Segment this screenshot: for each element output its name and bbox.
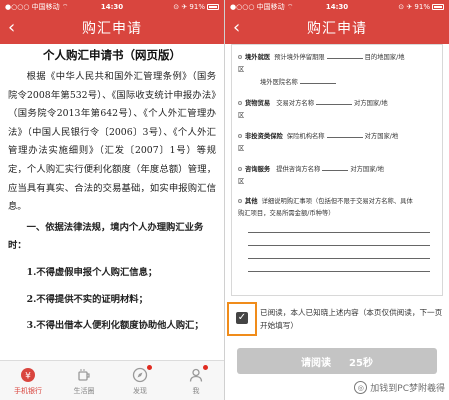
tab-life-circle[interactable]: 生活圈	[56, 361, 112, 400]
read-button-label: 请阅读	[301, 357, 332, 369]
form-row-region: 区	[238, 110, 436, 122]
radio-bullet-icon[interactable]	[238, 167, 242, 171]
field-label: 目的地国家/地	[364, 54, 405, 61]
page-title: 购汇申请	[82, 21, 142, 37]
other-description-line[interactable]	[248, 271, 430, 272]
notification-badge	[203, 364, 208, 370]
field-label: 区	[238, 66, 245, 73]
status-bar: ●○○○ 中国移动 ⌔ 14:30 ⊙ ✈ 91%	[0, 0, 224, 14]
field-label: 提供咨询方名称	[276, 166, 321, 173]
form-row-region: 区	[238, 176, 436, 188]
field-label: 交易对方名称	[276, 100, 314, 107]
watermark-text: 加钱到PC梦附羲得	[370, 384, 445, 394]
other-description-line[interactable]	[248, 232, 430, 233]
compass-icon	[130, 364, 152, 384]
read-countdown-button[interactable]: 请阅读 25秒	[237, 348, 437, 374]
page-title: 购汇申请	[307, 21, 367, 37]
form-row-medical: 境外就医 预计境外停留期限 目的地国家/地	[238, 51, 436, 64]
notification-badge	[147, 364, 152, 370]
user-icon	[186, 364, 208, 384]
document-title: 个人购汇申请书（网页版）	[43, 48, 181, 62]
form-row-trade: 货物贸易 交易对方名称 对方国家/地	[238, 97, 436, 110]
option-label: 其他	[245, 198, 258, 205]
document-rule-item: 3.不得出借本人便利化额度协助他人购汇；	[26, 320, 204, 332]
option-label: 咨询服务	[245, 166, 271, 173]
radio-bullet-icon[interactable]	[238, 101, 242, 105]
form-row-insurance: 非投资类保险 保险机构名称 对方国家/地	[238, 130, 436, 143]
insurer-name-field[interactable]	[326, 130, 363, 138]
bottom-tab-bar: ¥ 手机银行 生活圈 发现 我	[0, 360, 224, 400]
watermark: ◎ 加钱到PC梦附羲得	[354, 381, 445, 394]
field-label: 对方国家/地	[354, 100, 388, 107]
hospital-name-field[interactable]	[299, 76, 336, 84]
field-label: 预计境外停留期限	[274, 54, 325, 61]
document-rule-item: 2.不得提供不实的证明材料；	[26, 293, 148, 305]
field-label: 对方国家/地	[364, 133, 399, 140]
nav-bar: ‹ 购汇申请	[0, 14, 224, 44]
field-label: 对方国家/地	[350, 166, 384, 173]
battery-icon	[432, 4, 444, 10]
option-label: 货物贸易	[245, 100, 271, 107]
consultant-name-field[interactable]	[322, 163, 349, 171]
option-label: 境外就医	[245, 54, 271, 61]
battery-indicator: ⊙ ✈ 91%	[173, 0, 219, 14]
document-intro-paragraph: 根据《中华人民共和国外汇管理条例》（国务院令2008年第532号）、《国际收支统…	[8, 71, 216, 213]
option-label: 非投资类保险	[245, 133, 283, 140]
status-bar: ●○○○ 中国移动 ⌔ 14:30 ⊙ ✈ 91%	[225, 0, 449, 14]
agreement-text: 已阅读，本人已知晓上述内容（本页仅供阅读，下一页开始填写）	[260, 308, 443, 330]
tab-mobile-bank[interactable]: ¥ 手机银行	[0, 361, 56, 400]
purchase-purpose-form: 境外就医 预计境外停留期限 目的地国家/地 区 境外医院名称 货物贸易 交易对方…	[231, 44, 443, 296]
tab-discover[interactable]: 发现	[112, 361, 168, 400]
tab-label: 手机银行	[14, 386, 42, 395]
form-row-other-cont: 购汇项目，交易所需金额/币种等）	[238, 208, 436, 220]
svg-text:¥: ¥	[25, 371, 31, 381]
agreement-row: ✓ 已阅读，本人已知晓上述内容（本页仅供阅读，下一页开始填写）	[227, 300, 443, 336]
tab-label: 生活圈	[73, 386, 95, 395]
field-label: 区	[238, 112, 245, 119]
counterparty-name-field[interactable]	[316, 97, 352, 105]
tab-me[interactable]: 我	[168, 361, 224, 400]
other-description-line[interactable]	[248, 258, 430, 259]
field-label: 区	[238, 178, 245, 185]
field-label: 详细说明购汇事项（包括但不限于交易对方名称、具体	[261, 198, 413, 205]
coffee-icon	[74, 366, 94, 384]
left-phone-screen: ●○○○ 中国移动 ⌔ 14:30 ⊙ ✈ 91% ‹ 购汇申请 个人购汇申请书…	[0, 0, 224, 400]
field-label: 购汇项目，交易所需金额/币种等）	[238, 210, 335, 217]
field-label: 区	[238, 145, 245, 152]
stay-duration-field[interactable]	[326, 51, 363, 59]
form-row-region: 区	[238, 64, 436, 76]
document-section-heading: 一、依据法律法规，境内个人办理购汇业务时：	[8, 221, 204, 252]
battery-icon	[207, 4, 219, 10]
document-rule-item: 1.不得虚假申报个人购汇信息；	[26, 266, 158, 278]
other-description-line[interactable]	[248, 245, 430, 246]
tab-label: 我	[192, 386, 200, 395]
application-document: 个人购汇申请书（网页版） 根据《中华人民共和国外汇管理条例》（国务院令2008年…	[0, 44, 224, 360]
form-row-consulting: 咨询服务 提供咨询方名称 对方国家/地	[238, 163, 436, 176]
wechat-logo-icon: ◎	[354, 381, 368, 394]
bank-icon: ¥	[18, 366, 38, 384]
battery-indicator: ⊙ ✈ 91%	[398, 0, 444, 14]
radio-bullet-icon[interactable]	[238, 55, 242, 59]
radio-bullet-icon[interactable]	[238, 134, 242, 138]
battery-percent: ⊙ ✈ 91%	[173, 3, 205, 11]
form-row-other: 其他 详细说明购汇事项（包括但不限于交易对方名称、具体	[238, 196, 436, 208]
countdown-label: 25秒	[349, 357, 373, 369]
form-row-region: 区	[238, 143, 436, 155]
field-label: 保险机构名称	[286, 133, 325, 140]
field-label: 境外医院名称	[260, 79, 298, 86]
nav-bar: ‹ 购汇申请	[225, 14, 449, 44]
agree-checkbox[interactable]: ✓	[236, 312, 248, 324]
radio-bullet-icon[interactable]	[238, 199, 242, 203]
agreement-highlight-box: ✓	[227, 302, 257, 336]
right-phone-screen: ●○○○ 中国移动 ⌔ 14:30 ⊙ ✈ 91% ‹ 购汇申请 境外就医 预计…	[225, 0, 449, 400]
tab-label: 发现	[133, 386, 147, 395]
form-row-hospital: 境外医院名称	[238, 76, 436, 89]
battery-percent: ⊙ ✈ 91%	[398, 3, 430, 11]
